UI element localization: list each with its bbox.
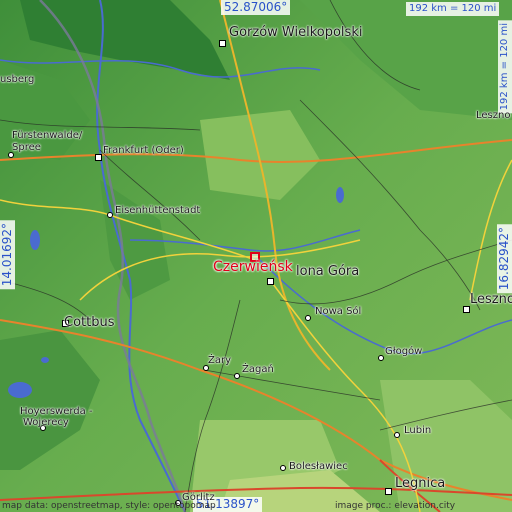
city-marker-gorzow <box>219 40 226 47</box>
label-frankfurt: Frankfurt (Oder) <box>103 145 184 156</box>
label-wojerecy: Wojerecy <box>23 417 69 428</box>
city-marker-lubin <box>394 432 400 438</box>
attribution-right: image proc.: elevation.city <box>335 501 456 511</box>
label-zielona-gora: lona Góra <box>296 264 360 279</box>
topographic-map[interactable]: 52.87006° 51.13897° 14.01692° 16.82942° … <box>0 0 512 512</box>
label-nowa-sol: Nowa Sól <box>315 306 362 317</box>
city-marker-zielona-gora <box>267 278 274 285</box>
label-zary: Żary <box>208 355 232 366</box>
scale-top: 192 km = 120 mi <box>406 2 500 16</box>
city-marker-glogow <box>378 355 384 361</box>
label-gorzow: Gorzów Wielkopolski <box>229 25 363 40</box>
city-marker-boleslawiec <box>280 465 286 471</box>
scale-right: 192 km = 120 mi <box>498 20 512 114</box>
coord-left-longitude: 14.01692° <box>0 220 15 290</box>
label-leszno-partial: Leszno <box>476 110 511 121</box>
label-spree: Spree <box>12 142 41 153</box>
main-place-label: Czerwieńsk <box>213 259 293 275</box>
label-leszno: Leszno <box>470 292 512 307</box>
attribution-left: map data: openstreetmap, style: opentopo… <box>2 501 216 511</box>
city-marker-eisenhuttenstadt <box>107 212 113 218</box>
label-zagan: Żagań <box>242 364 274 375</box>
label-hoyerswerda: Hoyerswerda - <box>20 406 93 417</box>
label-lubin: Lubin <box>404 425 432 436</box>
label-legnica: Legnica <box>395 476 446 491</box>
label-furstenwalde: Fürstenwalde/ <box>12 130 83 141</box>
coord-right-longitude: 16.82942° <box>497 224 512 294</box>
label-glogow: Głogów <box>385 346 423 357</box>
city-marker-legnica <box>385 488 392 495</box>
label-usberg: usberg <box>0 74 35 85</box>
coord-top-latitude: 52.87006° <box>221 0 291 15</box>
city-marker-leszno <box>463 306 470 313</box>
city-marker-zagan <box>234 373 240 379</box>
city-marker-nowa-sol <box>305 315 311 321</box>
label-boleslawiec: Bolesławiec <box>289 461 348 472</box>
city-marker-frankfurt <box>95 154 102 161</box>
label-cottbus: Cottbus <box>64 315 115 330</box>
label-eisenhuttenstadt: Eisenhüttenstadt <box>115 205 201 216</box>
